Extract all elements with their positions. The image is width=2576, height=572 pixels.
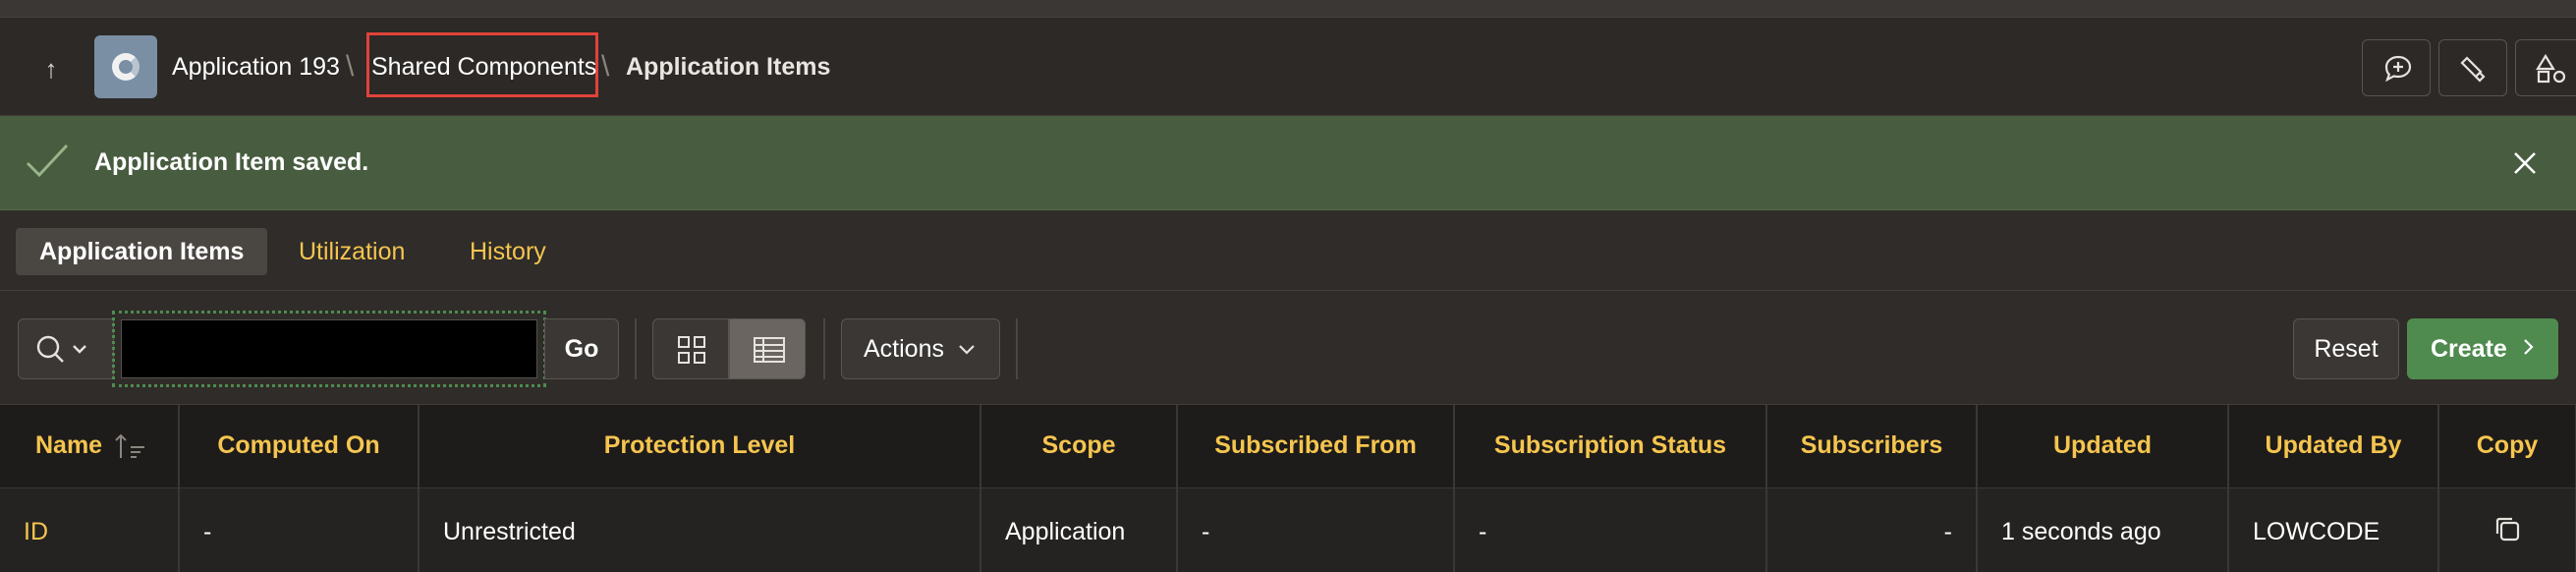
column-header-updated-by[interactable]: Updated By bbox=[2228, 405, 2439, 488]
shapes-button[interactable] bbox=[2515, 39, 2576, 96]
application-icon[interactable] bbox=[94, 35, 157, 98]
success-alert: Application Item saved. bbox=[0, 116, 2576, 210]
close-icon[interactable] bbox=[2505, 143, 2545, 183]
tab-application-items[interactable]: Application Items bbox=[16, 228, 268, 275]
breadcrumb-current: Application Items bbox=[626, 53, 831, 81]
column-header-updated[interactable]: Updated bbox=[1977, 405, 2229, 488]
column-header-subscribed-from[interactable]: Subscribed From bbox=[1177, 405, 1455, 488]
column-header-scope[interactable]: Scope bbox=[980, 405, 1178, 488]
search-column-menu[interactable] bbox=[18, 318, 114, 379]
chat-plus-icon bbox=[2384, 55, 2412, 83]
application-items-table: Name Computed On Protection Level Scope … bbox=[0, 405, 2576, 572]
table-icon bbox=[754, 337, 785, 363]
column-header-copy[interactable]: Copy bbox=[2438, 405, 2576, 488]
highlighter-icon bbox=[2460, 56, 2486, 83]
top-strip bbox=[0, 0, 2576, 18]
cell-subscribed-from: - bbox=[1177, 487, 1455, 572]
cell-computed-on: - bbox=[179, 487, 420, 572]
arrow-up-icon[interactable]: ↑ bbox=[29, 47, 73, 90]
actions-label: Actions bbox=[864, 335, 944, 363]
cell-subscribers: - bbox=[1766, 487, 1978, 572]
actions-menu-button[interactable]: Actions bbox=[841, 318, 1000, 379]
create-button[interactable]: Create bbox=[2407, 318, 2558, 379]
column-header-name[interactable]: Name bbox=[0, 405, 180, 488]
grid-icon bbox=[678, 336, 705, 364]
create-label: Create bbox=[2431, 335, 2507, 363]
highlighter-button[interactable] bbox=[2438, 39, 2507, 96]
cell-scope: Application bbox=[980, 487, 1178, 572]
go-button[interactable]: Go bbox=[544, 318, 619, 379]
table-row: ID - Unrestricted Application - - - 1 se… bbox=[0, 487, 2576, 572]
divider bbox=[823, 318, 825, 379]
chevron-right-icon bbox=[2524, 339, 2534, 355]
chevron-down-icon bbox=[959, 345, 975, 355]
copy-icon[interactable] bbox=[2492, 514, 2522, 543]
cell-copy bbox=[2438, 487, 2576, 572]
cell-updated: 1 seconds ago bbox=[1977, 487, 2229, 572]
check-icon bbox=[26, 143, 69, 178]
report-toolbar: Go Actions Reset Create bbox=[0, 291, 2576, 405]
search-input-wrapper bbox=[112, 311, 546, 387]
tab-utilization[interactable]: Utilization bbox=[275, 228, 428, 275]
breadcrumb-application[interactable]: Application 193 bbox=[172, 49, 340, 85]
column-header-subscribers[interactable]: Subscribers bbox=[1766, 405, 1978, 488]
search-input[interactable] bbox=[121, 319, 537, 378]
shapes-icon bbox=[2536, 54, 2566, 84]
divider bbox=[635, 318, 637, 379]
cell-subscription-status: - bbox=[1454, 487, 1767, 572]
chat-plus-button[interactable] bbox=[2362, 39, 2431, 96]
cell-name[interactable]: ID bbox=[0, 487, 180, 572]
alert-message: Application Item saved. bbox=[94, 148, 369, 176]
breadcrumb-shared-components[interactable]: Shared Components bbox=[371, 49, 596, 85]
reset-button[interactable]: Reset bbox=[2293, 318, 2399, 379]
breadcrumb-separator: \ bbox=[346, 50, 355, 83]
page-header: ↑ Application 193 \ Shared Components \ … bbox=[0, 18, 2576, 116]
cell-protection-level: Unrestricted bbox=[419, 487, 981, 572]
divider bbox=[1016, 318, 1018, 379]
column-header-protection-level[interactable]: Protection Level bbox=[419, 405, 981, 488]
column-header-subscription-status[interactable]: Subscription Status bbox=[1454, 405, 1767, 488]
report-view-button[interactable] bbox=[729, 318, 806, 379]
tab-history[interactable]: History bbox=[446, 228, 570, 275]
icon-view-button[interactable] bbox=[652, 318, 729, 379]
search-icon bbox=[36, 335, 86, 363]
tab-bar: Application Items Utilization History bbox=[0, 210, 2576, 291]
column-header-computed-on[interactable]: Computed On bbox=[179, 405, 420, 488]
cell-updated-by: LOWCODE bbox=[2228, 487, 2439, 572]
sort-ascending-icon bbox=[115, 434, 145, 459]
breadcrumb-separator: \ bbox=[601, 50, 610, 83]
